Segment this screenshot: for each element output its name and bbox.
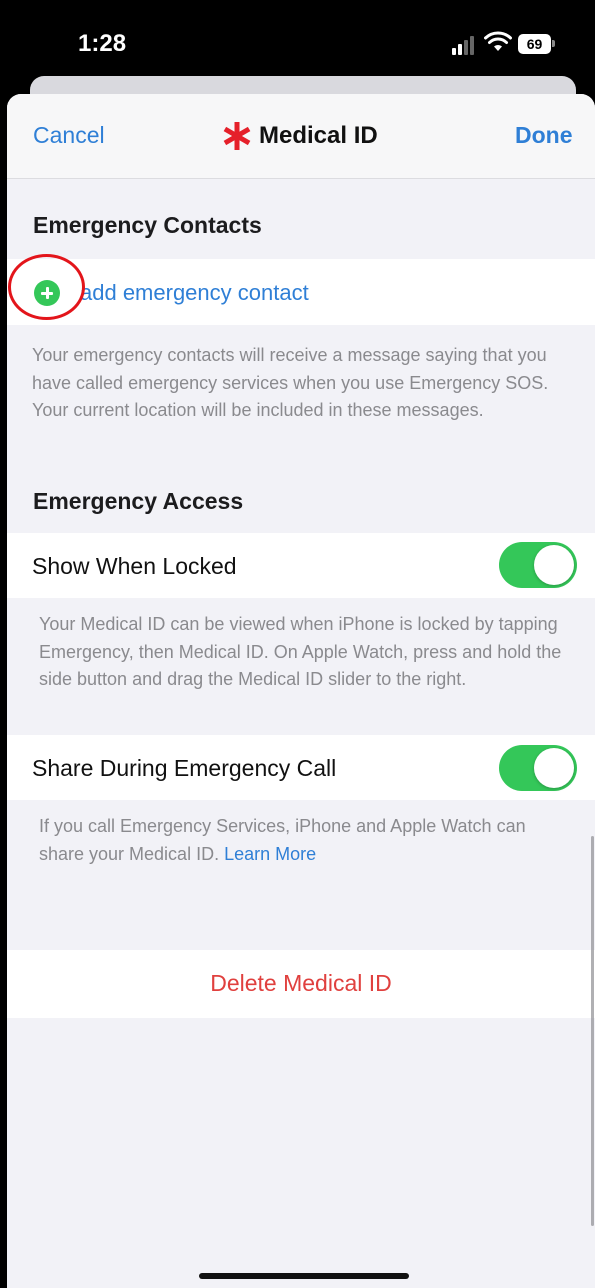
delete-medical-id-row[interactable]: Delete Medical ID (7, 950, 595, 1018)
medical-id-sheet: Cancel Medical ID Done Emergency Contact… (7, 94, 595, 1288)
page-title: Medical ID (221, 120, 378, 152)
show-when-locked-toggle[interactable] (499, 542, 577, 588)
share-during-call-toggle[interactable] (499, 745, 577, 791)
home-indicator (199, 1273, 409, 1279)
navigation-bar: Cancel Medical ID Done (7, 94, 595, 179)
scroll-indicator (591, 836, 594, 1226)
battery-icon: 69 (518, 34, 551, 54)
asterisk-icon (223, 122, 251, 150)
wifi-icon (484, 31, 512, 51)
emergency-contacts-footnote: Your emergency contacts will receive a m… (32, 345, 549, 420)
page-title-text: Medical ID (259, 122, 378, 149)
delete-medical-id-button[interactable]: Delete Medical ID (7, 970, 595, 997)
add-emergency-contact-row[interactable]: add emergency contact (7, 259, 595, 325)
battery-cap (552, 40, 555, 47)
signal-icon (452, 33, 478, 55)
share-during-call-footnote: If you call Emergency Services, iPhone a… (39, 813, 574, 868)
toggle-knob (534, 748, 574, 788)
show-when-locked-row: Show When Locked (7, 533, 595, 598)
add-emergency-contact-link[interactable]: add emergency contact (80, 280, 309, 306)
highlight-circle (8, 254, 85, 320)
cancel-button[interactable]: Cancel (33, 122, 105, 149)
status-time: 1:28 (78, 30, 127, 57)
emergency-contacts-header: Emergency Contacts (33, 212, 262, 238)
emergency-access-header: Emergency Access (33, 488, 244, 514)
done-button[interactable]: Done (515, 122, 573, 149)
toggle-knob (534, 545, 574, 585)
share-during-call-label: Share During Emergency Call (32, 755, 337, 781)
learn-more-link[interactable]: Learn More (224, 844, 316, 864)
show-when-locked-footnote: Your Medical ID can be viewed when iPhon… (39, 614, 562, 689)
share-during-call-row: Share During Emergency Call (7, 735, 595, 800)
show-when-locked-label: Show When Locked (32, 553, 237, 579)
